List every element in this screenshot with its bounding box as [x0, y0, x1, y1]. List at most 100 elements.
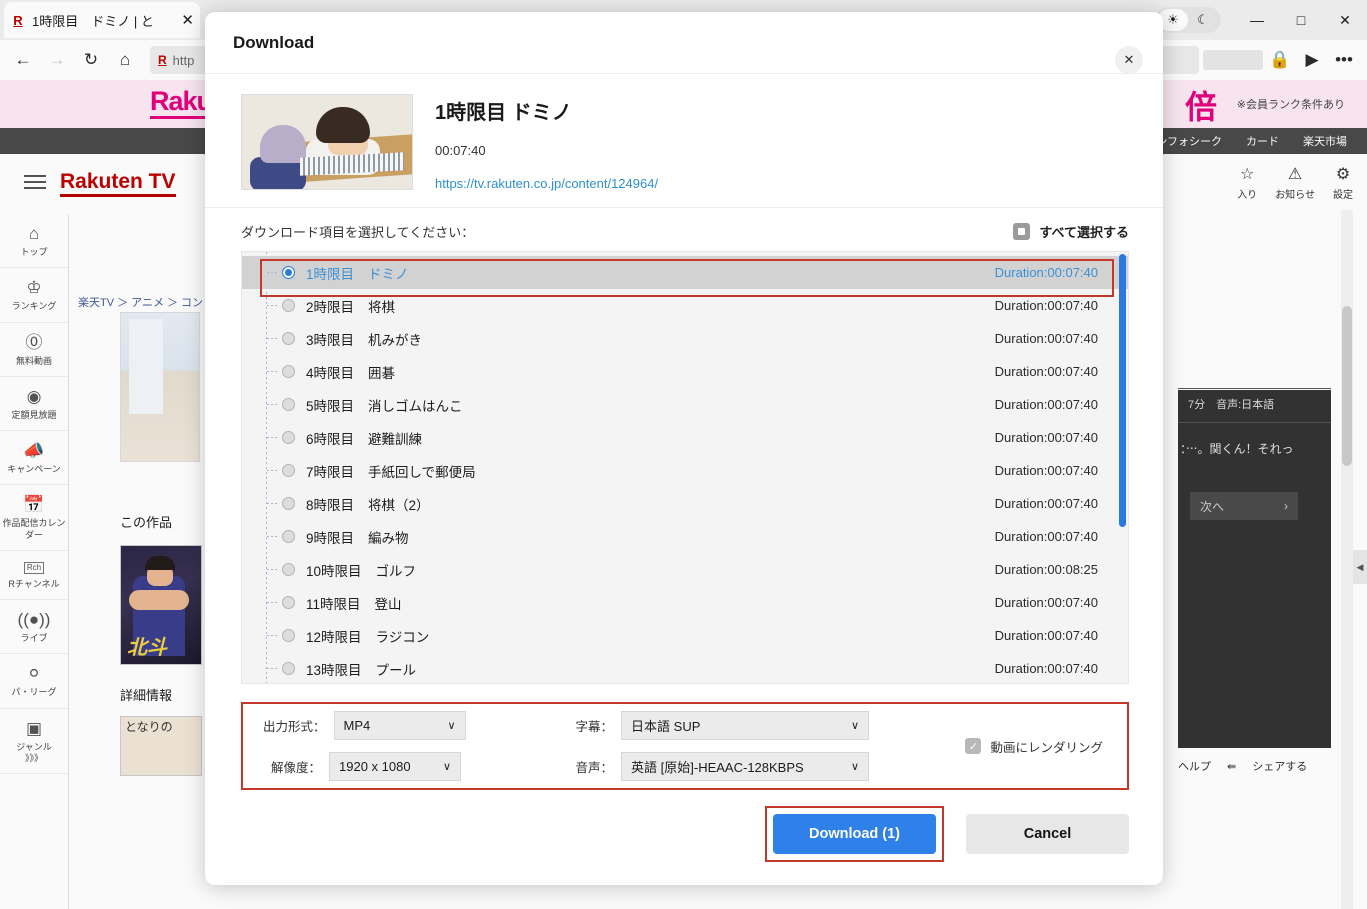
tree-connector — [267, 305, 279, 306]
episode-duration: Duration:00:08:25 — [995, 562, 1098, 577]
episode-duration: Duration:00:07:40 — [995, 331, 1098, 346]
episode-title: 囲碁 — [368, 362, 995, 382]
radio-icon[interactable] — [282, 629, 295, 642]
radio-icon[interactable] — [282, 530, 295, 543]
table-row[interactable]: 3時限目 机みがき Duration:00:07:40 — [242, 322, 1128, 355]
episode-title: 編み物 — [368, 527, 995, 547]
tree-connector — [267, 371, 279, 372]
table-row[interactable]: 12時限目 ラジコン Duration:00:07:40 — [242, 619, 1128, 652]
video-url-link[interactable]: https://tv.rakuten.co.jp/content/124964/ — [435, 176, 1135, 191]
tree-connector — [267, 338, 279, 339]
audio-value: 英語 [原始]-HEAAC-128KBPS — [631, 757, 804, 776]
episode-number: 5時限目 — [306, 395, 354, 415]
render-to-video-label: 動画にレンダリング — [990, 737, 1103, 756]
episode-number: 13時限目 — [306, 659, 362, 679]
table-row[interactable]: 9時限目 編み物 Duration:00:07:40 — [242, 520, 1128, 553]
radio-icon[interactable] — [282, 464, 295, 477]
episode-number: 12時限目 — [306, 626, 362, 646]
cancel-button[interactable]: Cancel — [966, 814, 1129, 854]
resolution-select[interactable]: 1920 x 1080 ∨ — [329, 752, 461, 781]
radio-icon[interactable] — [282, 299, 295, 312]
episode-title: ゴルフ — [376, 560, 995, 580]
radio-icon[interactable] — [282, 497, 295, 510]
episode-number: 10時限目 — [306, 560, 362, 580]
checkbox-checked-icon[interactable]: ✓ — [965, 738, 981, 754]
radio-icon[interactable] — [282, 596, 295, 609]
video-info: 1時限目 ドミノ 00:07:40 https://tv.rakuten.co.… — [205, 74, 1163, 207]
episode-title: 避難訓練 — [368, 428, 995, 448]
resolution-label: 解像度： — [263, 757, 321, 776]
episode-number: 8時限目 — [306, 494, 354, 514]
list-scrollbar[interactable] — [1119, 254, 1126, 681]
close-icon[interactable]: ✕ — [1115, 46, 1143, 74]
episode-number: 9時限目 — [306, 527, 354, 547]
episode-number: 6時限目 — [306, 428, 354, 448]
table-row[interactable]: 6時限目 避難訓練 Duration:00:07:40 — [242, 421, 1128, 454]
tree-connector — [267, 668, 279, 669]
episode-number: 7時限目 — [306, 461, 354, 481]
selection-toolbar: ダウンロード項目を選択してください： すべて選択する — [205, 208, 1163, 251]
resolution-value: 1920 x 1080 — [339, 759, 411, 774]
episode-title: 手紙回しで郵便局 — [368, 461, 995, 481]
render-to-video-checkbox[interactable]: ✓ 動画にレンダリング — [965, 737, 1103, 756]
dialog-footer: Download (1) Cancel — [205, 790, 1163, 862]
episode-duration: Duration:00:07:40 — [995, 364, 1098, 379]
episode-list[interactable]: 1時限目 ドミノ Duration:00:07:40 2時限目 将棋 Durat… — [241, 251, 1129, 684]
episode-duration: Duration:00:07:40 — [995, 529, 1098, 544]
select-all-label: すべて選択する — [1039, 222, 1129, 241]
settings-column-left: 出力形式： MP4 ∨ 解像度： 1920 x 1080 ∨ — [263, 711, 466, 781]
episode-title: ドミノ — [368, 263, 995, 283]
radio-icon[interactable] — [282, 563, 295, 576]
format-value: MP4 — [344, 718, 371, 733]
tree-connector — [267, 437, 279, 438]
tree-connector — [267, 503, 279, 504]
table-row[interactable]: 4時限目 囲碁 Duration:00:07:40 — [242, 355, 1128, 388]
checkbox-indeterminate-icon[interactable] — [1013, 223, 1030, 240]
tree-connector — [267, 569, 279, 570]
episode-duration: Duration:00:07:40 — [995, 628, 1098, 643]
episode-number: 1時限目 — [306, 263, 354, 283]
subtitle-select[interactable]: 日本語 SUP ∨ — [621, 711, 869, 740]
format-setting: 出力形式： MP4 ∨ — [263, 711, 466, 740]
dialog-header: Download ✕ — [205, 12, 1163, 74]
episode-number: 4時限目 — [306, 362, 354, 382]
video-thumbnail — [241, 94, 413, 190]
episode-duration: Duration:00:07:40 — [995, 496, 1098, 511]
radio-icon[interactable] — [282, 398, 295, 411]
selection-instruction: ダウンロード項目を選択してください： — [241, 222, 474, 241]
chevron-down-icon: ∨ — [851, 760, 859, 773]
episode-list-inner: 1時限目 ドミノ Duration:00:07:40 2時限目 将棋 Durat… — [242, 252, 1128, 683]
radio-icon[interactable] — [282, 332, 295, 345]
audio-setting: 音声： 英語 [原始]-HEAAC-128KBPS ∨ — [576, 752, 870, 781]
scrollbar-thumb[interactable] — [1119, 254, 1126, 527]
download-dialog: Download ✕ 1時限目 ドミノ 00:07:40 https://tv.… — [205, 12, 1163, 885]
episode-title: プール — [376, 659, 995, 679]
table-row[interactable]: 5時限目 消しゴムはんこ Duration:00:07:40 — [242, 388, 1128, 421]
table-row[interactable]: 7時限目 手紙回しで郵便局 Duration:00:07:40 — [242, 454, 1128, 487]
radio-icon[interactable] — [282, 662, 295, 675]
audio-select[interactable]: 英語 [原始]-HEAAC-128KBPS ∨ — [621, 752, 869, 781]
table-row[interactable]: 8時限目 将棋（2） Duration:00:07:40 — [242, 487, 1128, 520]
subtitle-value: 日本語 SUP — [631, 716, 700, 735]
episode-duration: Duration:00:07:40 — [995, 397, 1098, 412]
episode-duration: Duration:00:07:40 — [995, 265, 1098, 280]
table-row[interactable]: 10時限目 ゴルフ Duration:00:08:25 — [242, 553, 1128, 586]
table-row[interactable]: 13時限目 プール Duration:00:07:40 — [242, 652, 1128, 684]
table-row[interactable]: 2時限目 将棋 Duration:00:07:40 — [242, 289, 1128, 322]
episode-number: 3時限目 — [306, 329, 354, 349]
subtitle-label: 字幕： — [576, 716, 614, 735]
radio-icon[interactable] — [282, 431, 295, 444]
table-row[interactable]: 11時限目 登山 Duration:00:07:40 — [242, 586, 1128, 619]
radio-icon[interactable] — [282, 365, 295, 378]
radio-icon[interactable] — [282, 266, 295, 279]
download-button[interactable]: Download (1) — [773, 814, 936, 854]
episode-duration: Duration:00:07:40 — [995, 430, 1098, 445]
settings-column-right: 字幕： 日本語 SUP ∨ 音声： 英語 [原始]-HEAAC-128KBPS … — [576, 711, 870, 781]
video-title: 1時限目 ドミノ — [435, 96, 1135, 125]
table-row[interactable]: 1時限目 ドミノ Duration:00:07:40 — [242, 256, 1128, 289]
format-select[interactable]: MP4 ∨ — [334, 711, 466, 740]
select-all-control[interactable]: すべて選択する — [1013, 222, 1129, 241]
episode-title: 登山 — [375, 593, 995, 613]
tree-connector — [267, 536, 279, 537]
resolution-setting: 解像度： 1920 x 1080 ∨ — [263, 752, 466, 781]
